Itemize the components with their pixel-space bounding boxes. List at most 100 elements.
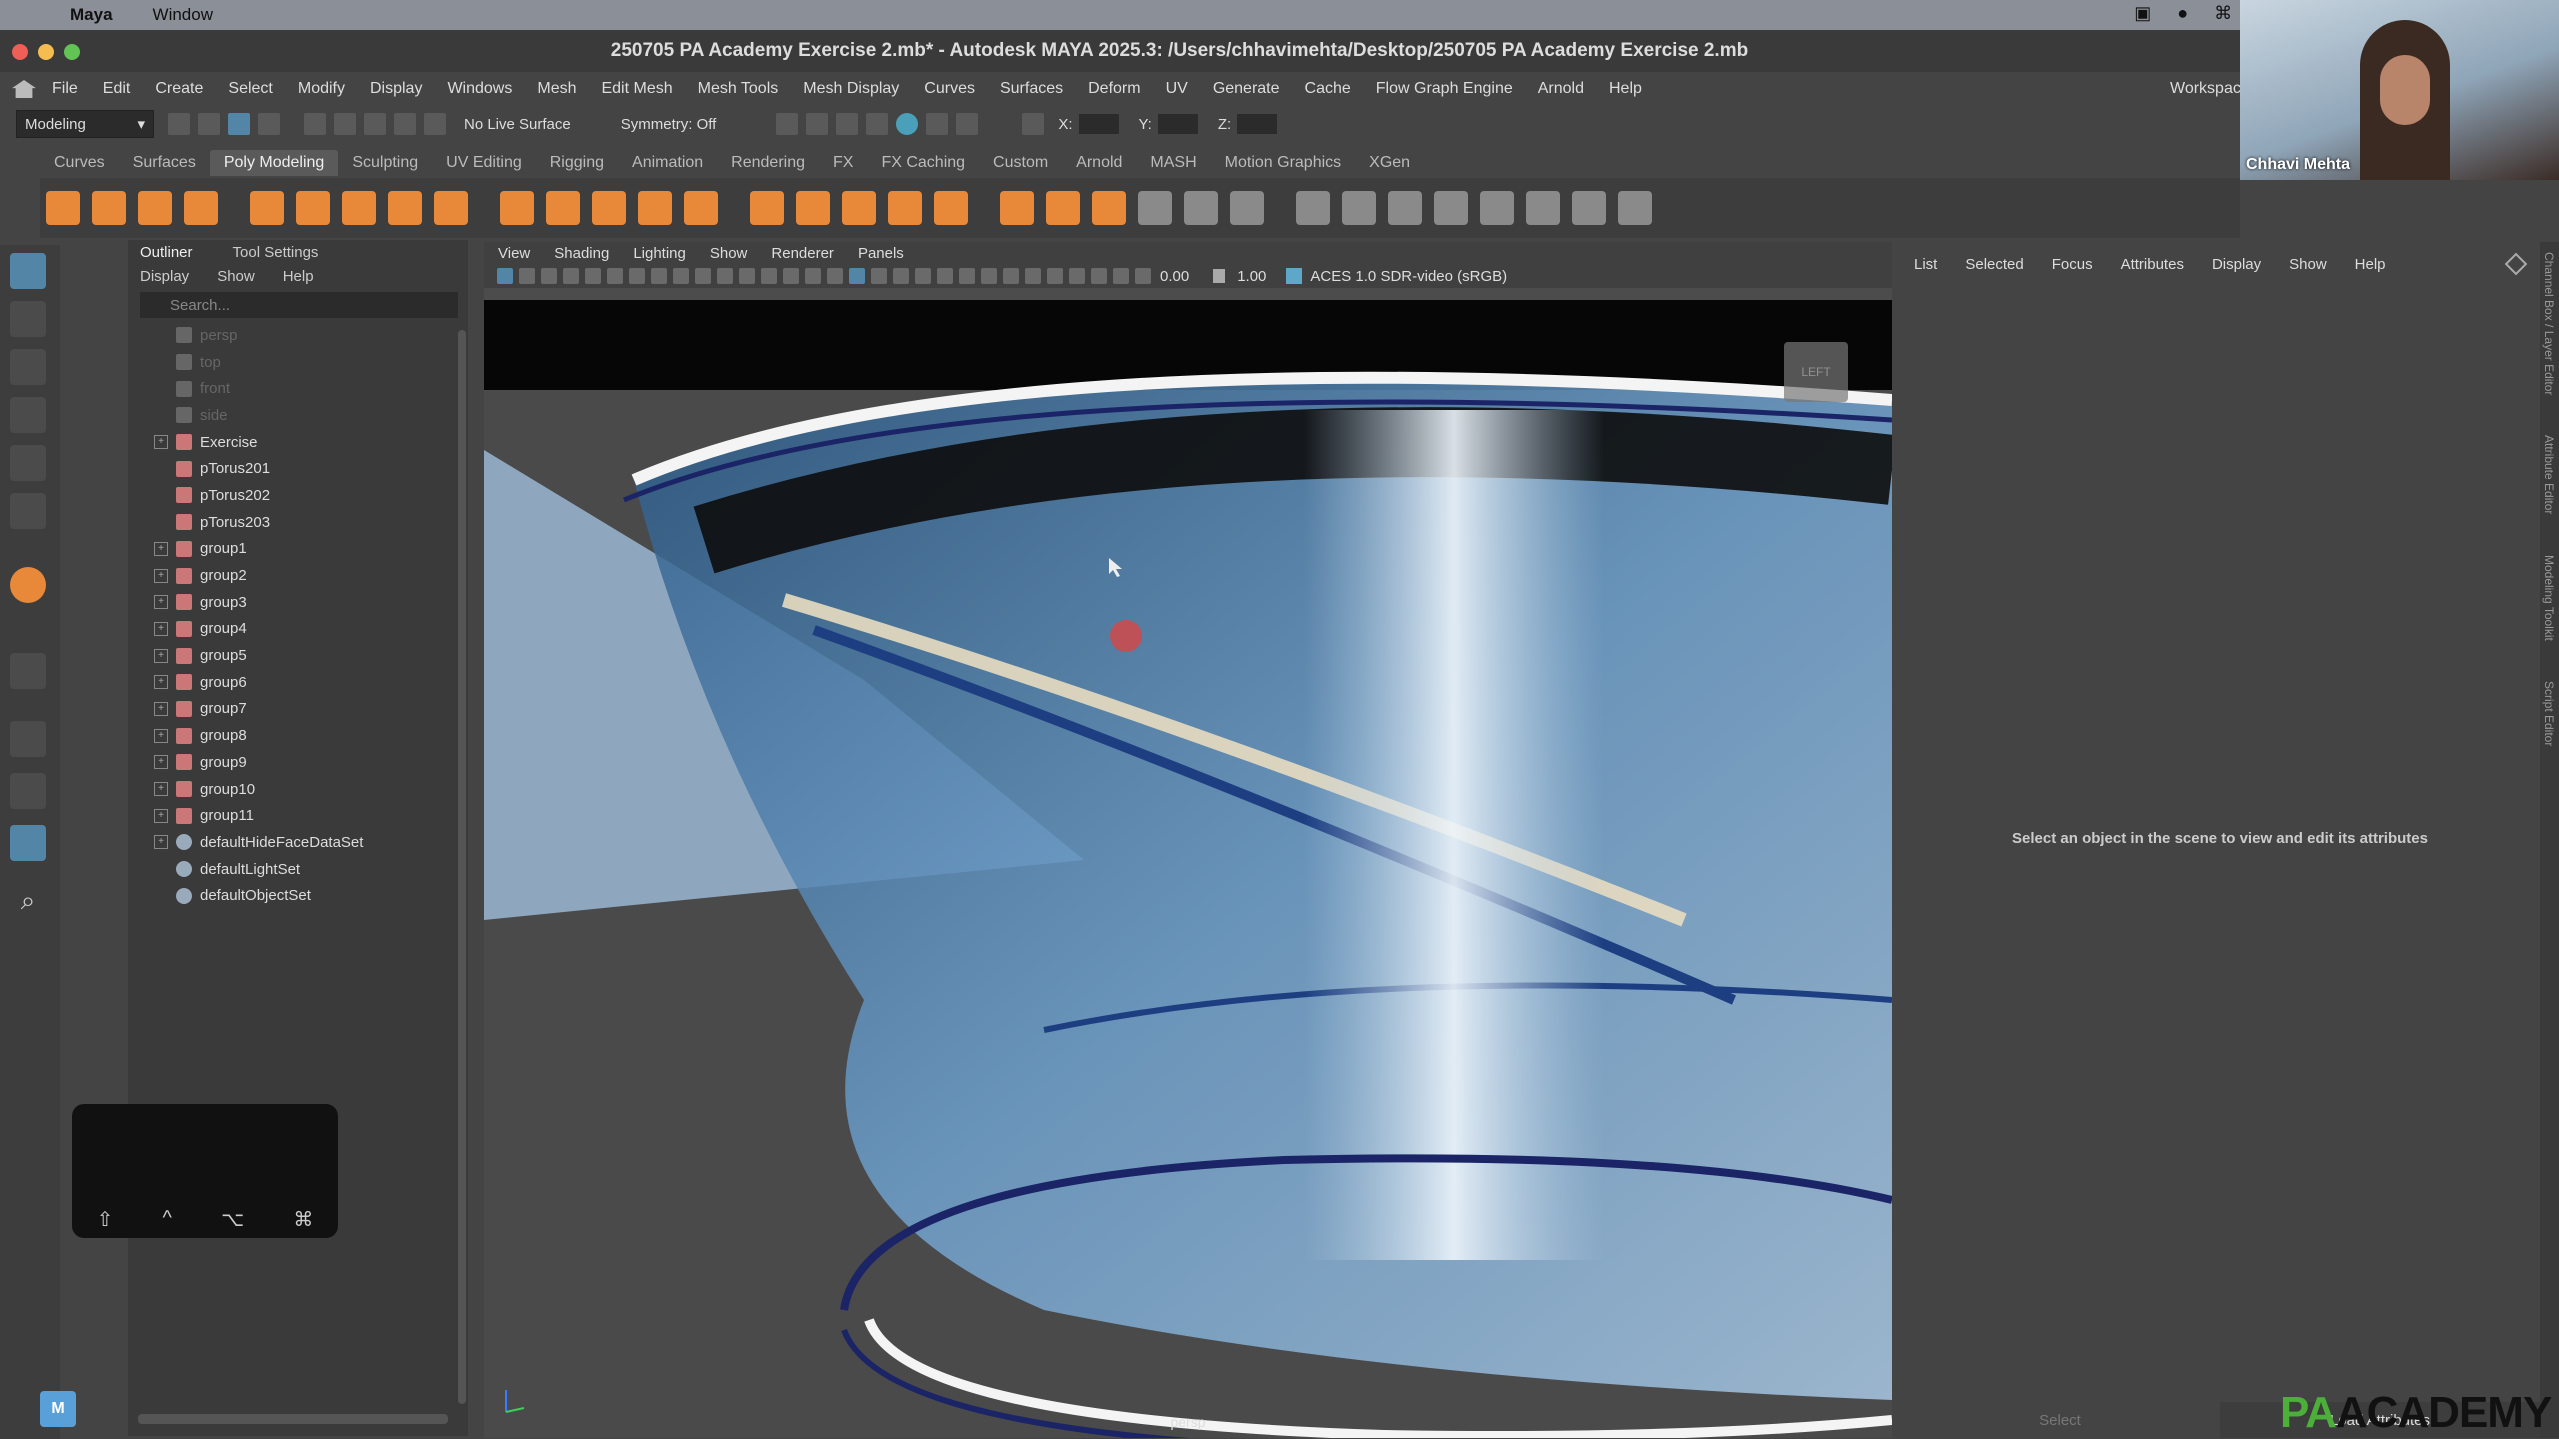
outliner-item[interactable]: + group3 [154, 589, 468, 616]
outliner-item[interactable]: + group4 [154, 616, 468, 643]
maximize-window-button[interactable] [64, 44, 80, 60]
outliner-item[interactable]: + Exercise [154, 429, 468, 456]
live-surface-label[interactable]: No Live Surface [464, 116, 571, 133]
exposure-icon[interactable] [1135, 268, 1151, 284]
maya-home-icon[interactable]: M [40, 1391, 76, 1427]
field-chart-icon[interactable] [739, 268, 755, 284]
attr-show-menu[interactable]: Show [2289, 256, 2327, 273]
gamma-value[interactable]: 1.00 [1237, 268, 1266, 285]
layout-icon[interactable] [1572, 191, 1606, 225]
type-icon[interactable] [638, 191, 672, 225]
side-tab-script-editor[interactable]: Script Editor [2542, 681, 2556, 746]
menu-arnold[interactable]: Arnold [1538, 80, 1584, 98]
svg-icon[interactable] [546, 191, 580, 225]
lock-camera-icon[interactable] [519, 268, 535, 284]
film-gate-icon[interactable] [673, 268, 689, 284]
attr-select-button[interactable]: Select [1900, 1402, 2220, 1438]
outliner-item[interactable]: +front [154, 375, 468, 402]
outliner-item[interactable]: + defaultHideFaceDataSet [154, 829, 468, 856]
z-field[interactable] [1237, 114, 1278, 134]
y-field[interactable] [1157, 114, 1198, 134]
menu-mesh-tools[interactable]: Mesh Tools [698, 80, 779, 98]
wireframe-icon[interactable] [805, 268, 821, 284]
shelf-tab-sculpting[interactable]: Sculpting [338, 150, 432, 176]
sphere-icon[interactable] [46, 191, 80, 225]
soft-select-icon[interactable] [10, 567, 46, 603]
outliner-item[interactable]: +defaultObjectSet [154, 882, 468, 909]
exposure-value[interactable]: 0.00 [1160, 268, 1189, 285]
arnold-render-icon[interactable] [926, 113, 949, 135]
expand-icon[interactable]: + [154, 675, 168, 690]
depth-of-field-icon[interactable] [1003, 268, 1019, 284]
attr-focus-menu[interactable]: Focus [2052, 256, 2093, 273]
ambient-occlusion-icon[interactable] [937, 268, 953, 284]
texture-icon[interactable] [1618, 191, 1652, 225]
camera-attributes-icon[interactable] [541, 268, 557, 284]
ipr-render-icon[interactable] [896, 113, 919, 135]
outliner-item[interactable]: +pTorus201 [154, 455, 468, 482]
boolean-diff-icon[interactable] [1342, 191, 1376, 225]
textured-icon[interactable] [871, 268, 887, 284]
expand-icon[interactable]: + [154, 835, 168, 850]
smooth-shade-icon[interactable] [827, 268, 843, 284]
wireframe-on-shaded-icon[interactable] [849, 268, 865, 284]
expand-icon[interactable]: + [154, 728, 168, 743]
quad-draw-icon[interactable] [1230, 191, 1264, 225]
2d-pan-icon[interactable] [607, 268, 623, 284]
platonic-icon[interactable] [388, 191, 422, 225]
outliner-item[interactable]: + group1 [154, 536, 468, 563]
viewport-lighting-menu[interactable]: Lighting [633, 245, 686, 262]
menu-create[interactable]: Create [155, 80, 203, 98]
fill-hole-icon[interactable] [1046, 191, 1080, 225]
expand-icon[interactable]: + [154, 808, 168, 823]
color-management-icon[interactable] [1286, 268, 1303, 284]
grid-icon[interactable] [651, 268, 667, 284]
symmetry-dropdown[interactable]: Symmetry: Off [621, 116, 717, 133]
shelf-tab-uv-editing[interactable]: UV Editing [432, 150, 536, 176]
outliner-item[interactable]: +defaultLightSet [154, 856, 468, 883]
open-scene-icon[interactable] [168, 113, 190, 135]
side-tab-channel-box-layer-editor[interactable]: Channel Box / Layer Editor [2542, 252, 2556, 395]
xray-icon[interactable] [1047, 268, 1063, 284]
menu-uv[interactable]: UV [1166, 80, 1188, 98]
outliner-item[interactable]: + group10 [154, 776, 468, 803]
expand-icon[interactable]: + [154, 755, 168, 770]
color-space-label[interactable]: ACES 1.0 SDR-video (sRGB) [1310, 268, 1507, 285]
tab-outliner[interactable]: Outliner [140, 244, 193, 261]
append-icon[interactable] [1000, 191, 1034, 225]
boolean-union-icon[interactable] [1296, 191, 1330, 225]
shelf-tab-curves[interactable]: Curves [40, 150, 119, 176]
viewport-panels-menu[interactable]: Panels [858, 245, 904, 262]
grease-pencil-icon[interactable] [629, 268, 645, 284]
isolate-select-icon[interactable] [1025, 268, 1041, 284]
cone-icon[interactable] [184, 191, 218, 225]
bridge-icon[interactable] [888, 191, 922, 225]
outliner-hscrollbar[interactable] [138, 1414, 448, 1424]
transform-mode-icon[interactable] [1022, 113, 1045, 135]
outliner-item[interactable]: +side [154, 402, 468, 429]
minimize-window-button[interactable] [38, 44, 54, 60]
expand-icon[interactable]: + [154, 595, 168, 610]
outliner-item[interactable]: +persp [154, 322, 468, 349]
expand-icon[interactable]: + [154, 701, 168, 716]
lasso-tool-icon[interactable] [10, 301, 46, 337]
snap-surface-icon[interactable] [424, 113, 446, 135]
bookmark-icon[interactable] [563, 268, 579, 284]
combine-icon[interactable] [684, 191, 718, 225]
shelf-tab-fx-caching[interactable]: FX Caching [867, 150, 979, 176]
torus-icon[interactable] [250, 191, 284, 225]
outliner-help-menu[interactable]: Help [283, 268, 314, 285]
image-plane-icon[interactable] [585, 268, 601, 284]
menu-deform[interactable]: Deform [1088, 80, 1140, 98]
target-weld-icon[interactable] [1184, 191, 1218, 225]
cylinder-icon[interactable] [138, 191, 172, 225]
hypershade-icon[interactable] [866, 113, 889, 135]
viewport-view-menu[interactable]: View [498, 245, 530, 262]
expand-icon[interactable]: + [154, 621, 168, 636]
menu-flow-graph-engine[interactable]: Flow Graph Engine [1376, 80, 1513, 98]
menu-cache[interactable]: Cache [1305, 80, 1351, 98]
viewport-show-menu[interactable]: Show [710, 245, 748, 262]
gate-mask-icon[interactable] [717, 268, 733, 284]
shelf-tab-animation[interactable]: Animation [618, 150, 717, 176]
anti-aliasing-icon[interactable] [981, 268, 997, 284]
